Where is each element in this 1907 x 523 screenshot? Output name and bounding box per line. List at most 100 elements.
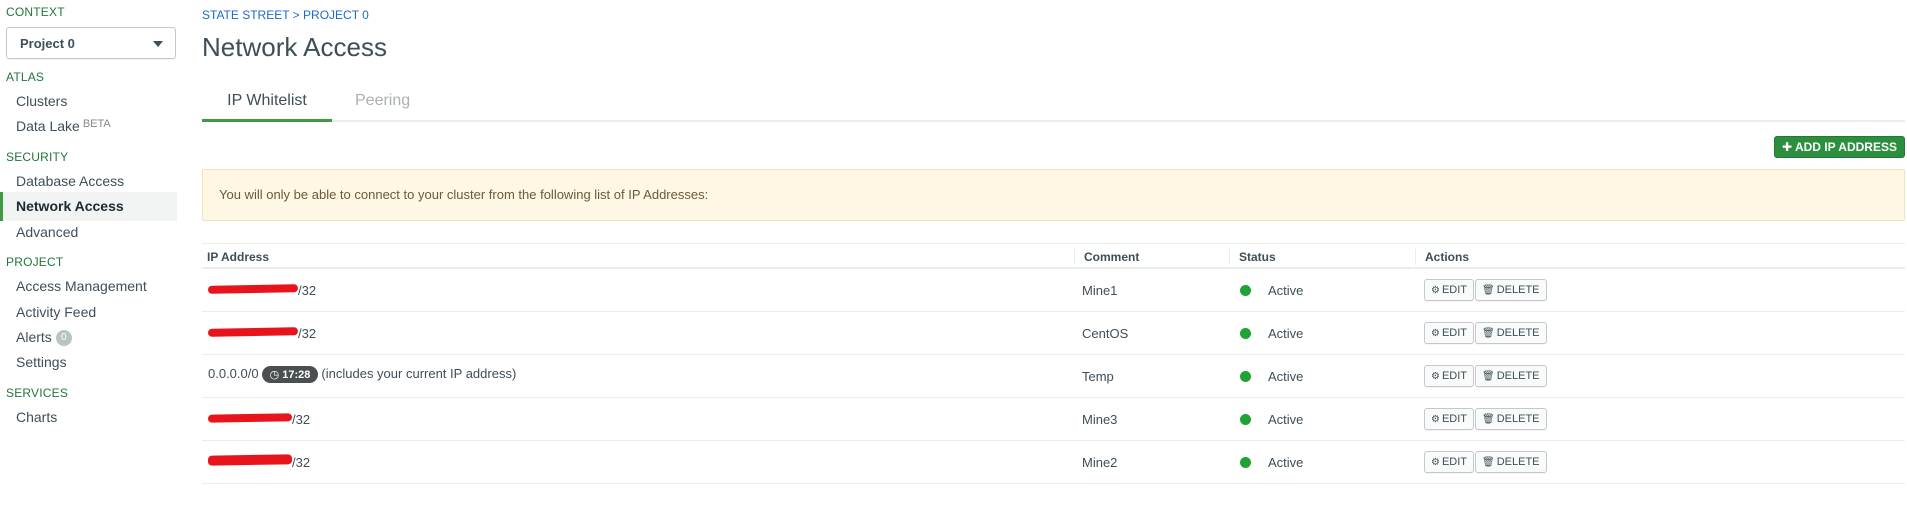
- timer-value: 17:28: [282, 369, 311, 381]
- edit-button[interactable]: ⚙ EDIT: [1424, 279, 1475, 301]
- sidebar-item-label: Charts: [16, 409, 58, 425]
- header-comment: Comment: [1074, 249, 1139, 265]
- sidebar-item-label: Database Access: [16, 173, 125, 189]
- edit-button[interactable]: ⚙ EDIT: [1424, 451, 1475, 473]
- ip-whitelist-table: IP Address Comment Status Actions /32 Mi…: [202, 243, 1905, 484]
- caret-down-icon: [153, 41, 163, 47]
- tab-ip-whitelist[interactable]: IP Whitelist: [202, 92, 332, 122]
- ip-note: (includes your current IP address): [321, 366, 517, 381]
- status-text: Active: [1268, 412, 1304, 427]
- edit-label: EDIT: [1441, 456, 1468, 468]
- add-ip-address-label: ADD IP ADDRESS: [1794, 140, 1897, 154]
- section-project: PROJECT: [6, 255, 64, 269]
- sidebar-item-label: Alerts: [16, 329, 52, 345]
- comment-cell: CentOS: [1082, 326, 1129, 341]
- gear-icon: ⚙: [1431, 371, 1440, 382]
- edit-label: EDIT: [1441, 413, 1468, 425]
- delete-label: DELETE: [1496, 456, 1540, 468]
- sidebar: CONTEXT Project 0 ATLAS Clusters Data La…: [0, 0, 177, 523]
- ip-address-cell: 0.0.0.0/0 ◷ 17:28 (includes your current I…: [208, 366, 516, 383]
- ip-address-cell: /32: [207, 454, 311, 470]
- page-title: Network Access: [202, 32, 387, 62]
- status-dot-icon: [1240, 414, 1251, 425]
- gear-icon: ⚙: [1431, 457, 1440, 468]
- delete-label: DELETE: [1496, 413, 1540, 425]
- sidebar-item-data-lake[interactable]: Data Lake BETA: [0, 112, 177, 141]
- section-services: SERVICES: [6, 386, 69, 400]
- context-label: CONTEXT: [6, 5, 65, 19]
- delete-button[interactable]: 🗑 DELETE: [1475, 279, 1547, 301]
- clock-icon: ◷: [269, 369, 280, 381]
- table-header: IP Address Comment Status Actions: [202, 243, 1905, 269]
- redaction-mark: [207, 327, 299, 337]
- table-row: /32 Mine2 Active ⚙ EDIT 🗑 DELETE: [202, 441, 1905, 484]
- section-atlas: ATLAS: [6, 70, 45, 84]
- comment-cell: Mine2: [1082, 455, 1118, 470]
- edit-button[interactable]: ⚙ EDIT: [1424, 408, 1475, 430]
- delete-button[interactable]: 🗑 DELETE: [1475, 408, 1547, 430]
- table-row: /32 Mine1 Active ⚙ EDIT 🗑 DELETE: [202, 269, 1905, 312]
- trash-icon: 🗑: [1482, 285, 1495, 296]
- plus-icon: ✚: [1782, 140, 1793, 154]
- gear-icon: ⚙: [1431, 414, 1440, 425]
- ip-address-cell: /32: [207, 326, 317, 341]
- edit-label: EDIT: [1441, 370, 1468, 382]
- sidebar-item-network-access[interactable]: Network Access: [0, 192, 177, 221]
- status-dot-icon: [1240, 285, 1251, 296]
- gear-icon: ⚙: [1431, 285, 1440, 296]
- ip-address-cell: /32: [207, 412, 311, 427]
- sidebar-item-access-management[interactable]: Access Management: [0, 272, 177, 301]
- sidebar-item-label: Data Lake: [16, 118, 80, 134]
- alert-count-badge: 0: [55, 330, 72, 346]
- delete-button[interactable]: 🗑 DELETE: [1475, 322, 1547, 344]
- breadcrumb[interactable]: STATE STREET > PROJECT 0: [202, 8, 369, 22]
- tab-peering[interactable]: Peering: [355, 92, 410, 122]
- table-row: 0.0.0.0/0 ◷ 17:28 (includes your current I…: [202, 355, 1905, 398]
- comment-cell: Mine3: [1082, 412, 1118, 427]
- header-ip-address: IP Address: [207, 250, 270, 264]
- ip-suffix: /32: [298, 326, 317, 341]
- sidebar-item-label: Settings: [16, 354, 67, 370]
- delete-button[interactable]: 🗑 DELETE: [1475, 451, 1547, 473]
- ip-address-cell: /32: [207, 283, 317, 298]
- status-dot-icon: [1240, 328, 1251, 339]
- delete-button[interactable]: 🗑 DELETE: [1475, 365, 1547, 387]
- edit-label: EDIT: [1441, 327, 1468, 339]
- header-status: Status: [1229, 249, 1276, 265]
- trash-icon: 🗑: [1482, 457, 1495, 468]
- notice-text: You will only be able to connect to your…: [219, 187, 709, 202]
- project-select[interactable]: Project 0: [6, 27, 176, 59]
- beta-badge: BETA: [82, 118, 111, 130]
- edit-button[interactable]: ⚙ EDIT: [1424, 322, 1475, 344]
- table-row: /32 CentOS Active ⚙ EDIT 🗑 DELETE: [202, 312, 1905, 355]
- ip-suffix: /32: [298, 283, 317, 298]
- main-content: STATE STREET > PROJECT 0 Network Access …: [202, 0, 1907, 523]
- expiry-timer: ◷ 17:28: [261, 366, 319, 383]
- sidebar-item-label: Advanced: [16, 224, 79, 240]
- section-security: SECURITY: [6, 150, 69, 164]
- add-ip-address-button[interactable]: ✚ ADD IP ADDRESS: [1774, 136, 1905, 158]
- edit-label: EDIT: [1441, 284, 1468, 296]
- ip-suffix: /32: [292, 412, 311, 427]
- comment-cell: Temp: [1082, 369, 1114, 384]
- gear-icon: ⚙: [1431, 328, 1440, 339]
- delete-label: DELETE: [1496, 327, 1540, 339]
- sidebar-item-label: Network Access: [16, 198, 124, 214]
- edit-button[interactable]: ⚙ EDIT: [1424, 365, 1475, 387]
- status-text: Active: [1268, 455, 1304, 470]
- sidebar-item-settings[interactable]: Settings: [0, 348, 177, 377]
- status-dot-icon: [1240, 371, 1251, 382]
- status-text: Active: [1268, 283, 1304, 298]
- sidebar-item-advanced[interactable]: Advanced: [0, 218, 177, 247]
- header-actions: Actions: [1415, 249, 1469, 265]
- sidebar-item-charts[interactable]: Charts: [0, 403, 177, 432]
- sidebar-item-label: Activity Feed: [16, 304, 97, 320]
- ip-suffix: /32: [292, 455, 311, 470]
- delete-label: DELETE: [1496, 284, 1540, 296]
- comment-cell: Mine1: [1082, 283, 1118, 298]
- sidebar-item-label: Clusters: [16, 93, 68, 109]
- tab-bar: IP Whitelist Peering: [202, 84, 1905, 122]
- trash-icon: 🗑: [1482, 414, 1495, 425]
- table-row: /32 Mine3 Active ⚙ EDIT 🗑 DELETE: [202, 398, 1905, 441]
- project-select-value: Project 0: [20, 36, 75, 51]
